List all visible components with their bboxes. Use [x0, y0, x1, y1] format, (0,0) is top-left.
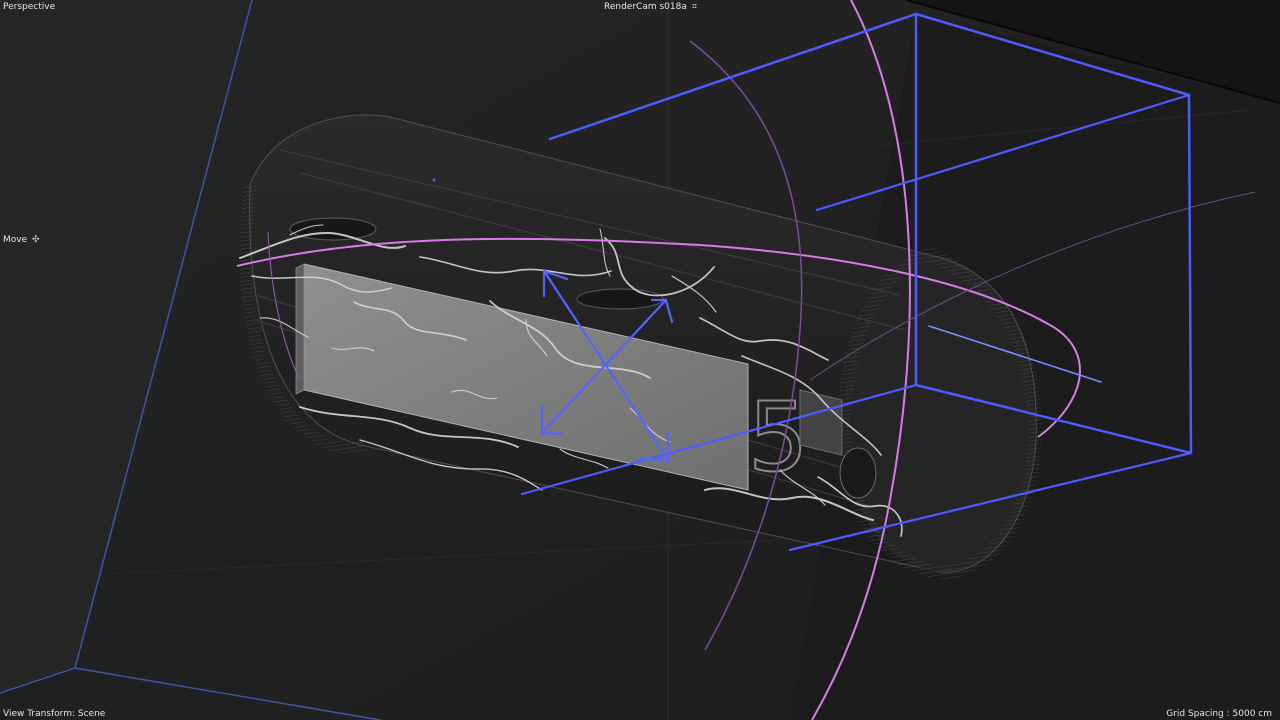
camera-icon: ⌗: [691, 2, 697, 12]
camera-name: RenderCam s018a: [604, 2, 687, 12]
scene-digit-five: 5: [748, 383, 808, 493]
tube-socket-middle: [576, 288, 664, 310]
scene-canvas[interactable]: 5: [0, 0, 1280, 720]
grid-spacing-label: Grid Spacing : 5000 cm: [1166, 709, 1272, 719]
tube-socket-right: [839, 447, 877, 499]
view-label[interactable]: Perspective: [3, 2, 55, 13]
move-tool-text: Move: [3, 235, 28, 245]
3d-viewport[interactable]: 5 Perspective RenderCam s018a ⌗ Move ✣ V…: [0, 0, 1280, 720]
move-icon: ✣: [32, 235, 40, 245]
view-transform-label: View Transform: Scene: [3, 709, 106, 719]
move-tool-label[interactable]: Move ✣: [3, 235, 40, 246]
camera-label[interactable]: RenderCam s018a ⌗: [604, 2, 697, 13]
